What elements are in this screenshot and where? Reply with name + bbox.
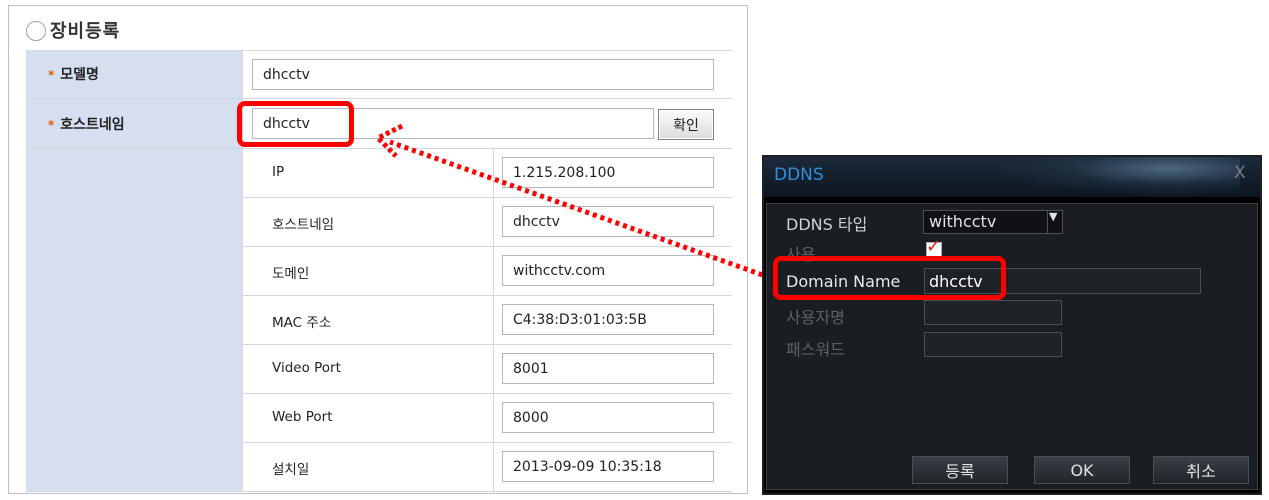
divider — [242, 393, 732, 394]
chevron-down-icon[interactable]: ▼ — [1049, 210, 1057, 223]
cancel-button[interactable]: 취소 — [1153, 456, 1249, 484]
detail-label-mac: MAC 주소 — [272, 315, 332, 331]
divider — [26, 491, 732, 492]
register-button[interactable]: 등록 — [912, 456, 1008, 484]
domain-highlight — [773, 256, 1006, 300]
ok-button[interactable]: OK — [1034, 456, 1130, 484]
model-input[interactable]: dhcctv — [252, 59, 714, 90]
dialog-title: DDNS — [774, 165, 824, 185]
detail-label-web-port: Web Port — [272, 409, 333, 425]
ddns-type-value: withcctv — [929, 212, 997, 231]
title-circle-icon — [26, 21, 46, 41]
titlebar-glow — [1000, 157, 1240, 197]
close-icon[interactable]: X — [1234, 163, 1246, 183]
divider — [242, 295, 732, 296]
ddns-type-label: DDNS 타입 — [786, 215, 868, 234]
detail-label-hostname: 호스트네임 — [272, 217, 335, 233]
divider — [242, 344, 732, 345]
divider — [26, 50, 732, 51]
detail-label-install-date: 설치일 — [272, 462, 310, 478]
install-date-field[interactable]: 2013-09-09 10:35:18 — [502, 451, 714, 482]
hostname-label: * 호스트네임 — [48, 117, 125, 133]
username-input[interactable] — [924, 300, 1062, 325]
password-input[interactable] — [924, 332, 1062, 357]
required-mark: * — [48, 118, 55, 132]
model-label: * 모델명 — [48, 67, 99, 83]
detail-label-domain: 도메인 — [272, 266, 310, 282]
mac-field[interactable]: C4:38:D3:01:03:5B — [502, 304, 714, 335]
detail-label-ip: IP — [272, 164, 285, 180]
page-title: 장비등록 — [50, 21, 121, 42]
checkmark-icon: ✓ — [926, 236, 942, 257]
required-mark: * — [48, 68, 55, 82]
hostname-highlight — [237, 101, 354, 147]
detail-label-video-port: Video Port — [272, 360, 341, 376]
video-port-field[interactable]: 8001 — [502, 353, 714, 384]
password-label: 패스워드 — [786, 340, 845, 359]
web-port-field[interactable]: 8000 — [502, 402, 714, 433]
divider — [26, 98, 732, 99]
username-label: 사용자명 — [786, 308, 845, 327]
dotted-arrow-icon — [373, 123, 786, 286]
divider — [242, 442, 732, 443]
